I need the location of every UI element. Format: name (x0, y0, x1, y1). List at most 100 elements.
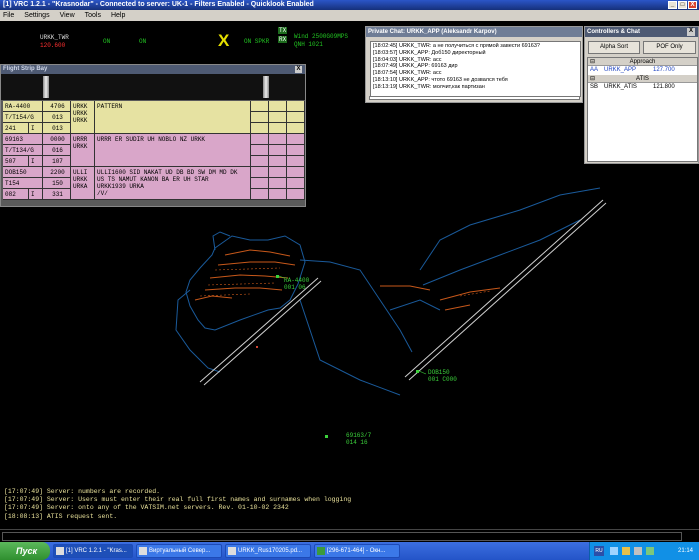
strip-annotation-box[interactable] (251, 167, 269, 178)
alpha-sort-button[interactable]: Alpha Sort (588, 41, 640, 54)
strip-type[interactable]: T154 (3, 178, 43, 189)
strip-annotation-box[interactable] (287, 178, 305, 189)
strip-airports[interactable]: URKK URKK URKK (71, 101, 95, 134)
strip-alt2[interactable]: 013 (43, 123, 71, 134)
strip-annotation-box[interactable] (269, 134, 287, 145)
strip-annotation-box[interactable] (287, 112, 305, 123)
flight-strip-bay-header[interactable]: Flight Strip Bay X (1, 65, 305, 74)
message-console[interactable]: [17:07:49] Server: numbers are recorded.… (0, 484, 699, 529)
strip-alt1[interactable]: 150 (43, 178, 71, 189)
strip-annotation-box[interactable] (287, 123, 305, 134)
strip-airports[interactable]: ULLI URKK URKA (71, 167, 95, 200)
menu-tools[interactable]: Tools (85, 10, 101, 21)
strip-annotation-box[interactable] (251, 112, 269, 123)
menu-help[interactable]: Help (111, 10, 125, 21)
strip-squawk[interactable]: 4706 (43, 101, 71, 112)
tray-icon[interactable] (610, 547, 618, 555)
primary-on[interactable]: ON (103, 38, 110, 45)
private-chat-window[interactable]: Private Chat: URKK_APP (Aleksandr Karpov… (365, 26, 583, 103)
strip-cid[interactable]: 241 (3, 123, 29, 134)
taskbar-item-teamviewer[interactable]: [296-671-464] - Окн... (314, 544, 400, 558)
flight-strip[interactable]: RA-4400 T/T154/G 241 I 4706 013 013 URKK URKK URK… (3, 101, 305, 134)
strip-annotation-box[interactable] (269, 156, 287, 167)
strip-cid[interactable]: 507 (3, 156, 29, 167)
flight-strip[interactable]: 69163 T/T134/G 507 I 0000 016 107 URRR URKK URRR … (3, 134, 305, 167)
tray-icon[interactable] (646, 547, 654, 555)
strip-annotation-box[interactable] (287, 167, 305, 178)
flight-strip-bay[interactable]: Flight Strip Bay X RA-4400 T/T154/G 241 I 47… (0, 64, 306, 207)
taskbar-item-vrc[interactable]: [1] VRC 1.2.1 - "Kras... (53, 544, 133, 558)
strip-annotation-box[interactable] (251, 145, 269, 156)
strip-rules[interactable]: I (29, 123, 43, 134)
strip-cid[interactable]: 082 (3, 189, 29, 200)
collapse-icon[interactable]: ⊟ (590, 58, 595, 66)
private-chat-header[interactable]: Private Chat: URKK_APP (Aleksandr Karpov… (366, 27, 582, 37)
strip-annotation-box[interactable] (287, 145, 305, 156)
x-marker-icon[interactable]: X (218, 31, 229, 51)
strip-route[interactable]: URRR ER SUDIR UH NOBLO NZ URKK (95, 134, 251, 167)
controllers-window[interactable]: Controllers & Chat X Alpha Sort POF Only… (584, 26, 699, 164)
strip-alt1[interactable]: 013 (43, 112, 71, 123)
controllers-close-icon[interactable]: X (687, 28, 695, 36)
flight-strip-bay-close-icon[interactable]: X (295, 66, 302, 73)
strip-callsign[interactable]: DOB150 (3, 167, 43, 178)
ra4400-datablock[interactable]: RA-4400 001 06 (284, 277, 309, 291)
command-input[interactable] (2, 532, 682, 541)
strip-route[interactable]: ULLI1600 SID NAKAT UD DB BD SW DM MD DK U… (95, 167, 251, 200)
tray-icon[interactable] (634, 547, 642, 555)
secondary-on[interactable]: ON (139, 38, 146, 45)
menu-view[interactable]: View (60, 10, 75, 21)
dob150-datablock[interactable]: DOB150 001 C000 (428, 369, 457, 383)
taskbar-item-browser[interactable]: Виртуальный Север... (136, 544, 222, 558)
strip-alt1[interactable]: 016 (43, 145, 71, 156)
strip-annotation-box[interactable] (287, 156, 305, 167)
strip-rules[interactable]: I (29, 156, 43, 167)
strip-annotation-box[interactable] (251, 178, 269, 189)
strip-annotation-box[interactable] (269, 123, 287, 134)
strip-callsign[interactable]: 69163 (3, 134, 43, 145)
private-chat-log[interactable]: [18:02:45] URKK_TWR: а не получиться с п… (370, 41, 581, 97)
private-chat-input[interactable] (369, 96, 580, 100)
strip-callsign[interactable]: RA-4400 (3, 101, 43, 112)
strip-annotation-box[interactable] (287, 101, 305, 112)
strip-annotation-box[interactable] (269, 112, 287, 123)
pof-only-button[interactable]: POF Only (643, 41, 696, 54)
strip-annotation-box[interactable] (269, 167, 287, 178)
close-button[interactable]: X (688, 1, 697, 9)
controllers-list[interactable]: ⊟ Approach AA URKK_APP 127.700 ⊟ ATIS SB… (587, 57, 698, 162)
strip-annotation-box[interactable] (269, 189, 287, 200)
strip-annotation-box[interactable] (287, 189, 305, 200)
collapse-icon[interactable]: ⊟ (590, 75, 595, 83)
strip-route[interactable]: PATTERN (95, 101, 251, 134)
strip-alt2[interactable]: 107 (43, 156, 71, 167)
69163-datablock[interactable]: 69163/7 014 16 (346, 432, 371, 446)
strip-annotation-box[interactable] (269, 145, 287, 156)
menu-settings[interactable]: Settings (24, 10, 49, 21)
strip-annotation-box[interactable] (251, 156, 269, 167)
start-button[interactable]: Пуск (0, 542, 50, 560)
controllers-header[interactable]: Controllers & Chat X (585, 27, 698, 37)
strip-annotation-box[interactable] (251, 134, 269, 145)
minimize-button[interactable]: _ (668, 1, 677, 9)
language-indicator[interactable]: RU (594, 546, 604, 556)
tray-icon[interactable] (622, 547, 630, 555)
maximize-button[interactable]: □ (678, 1, 687, 9)
strip-squawk[interactable]: 2200 (43, 167, 71, 178)
strip-annotation-box[interactable] (269, 101, 287, 112)
controller-row[interactable]: SB URKK_ATIS 121.800 (588, 83, 697, 92)
taskbar-item-pdf[interactable]: URKK_Rus170205.pd... (225, 544, 311, 558)
strip-annotation-box[interactable] (251, 101, 269, 112)
strip-airports[interactable]: URRR URKK (71, 134, 95, 167)
strip-type[interactable]: T/T154/G (3, 112, 43, 123)
controller-row[interactable]: AA URKK_APP 127.700 (588, 66, 697, 75)
section-atis[interactable]: ⊟ ATIS (588, 75, 697, 83)
strip-annotation-box[interactable] (251, 189, 269, 200)
strip-type[interactable]: T/T134/G (3, 145, 43, 156)
section-approach[interactable]: ⊟ Approach (588, 58, 697, 66)
strip-annotation-box[interactable] (269, 178, 287, 189)
strip-alt2[interactable]: 331 (43, 189, 71, 200)
strip-rules[interactable]: I (29, 189, 43, 200)
strip-annotation-box[interactable] (251, 123, 269, 134)
flight-strip[interactable]: DOB150 T154 082 I 2200 150 331 ULLI URKK URKA ULLI… (3, 167, 305, 200)
strip-squawk[interactable]: 0000 (43, 134, 71, 145)
